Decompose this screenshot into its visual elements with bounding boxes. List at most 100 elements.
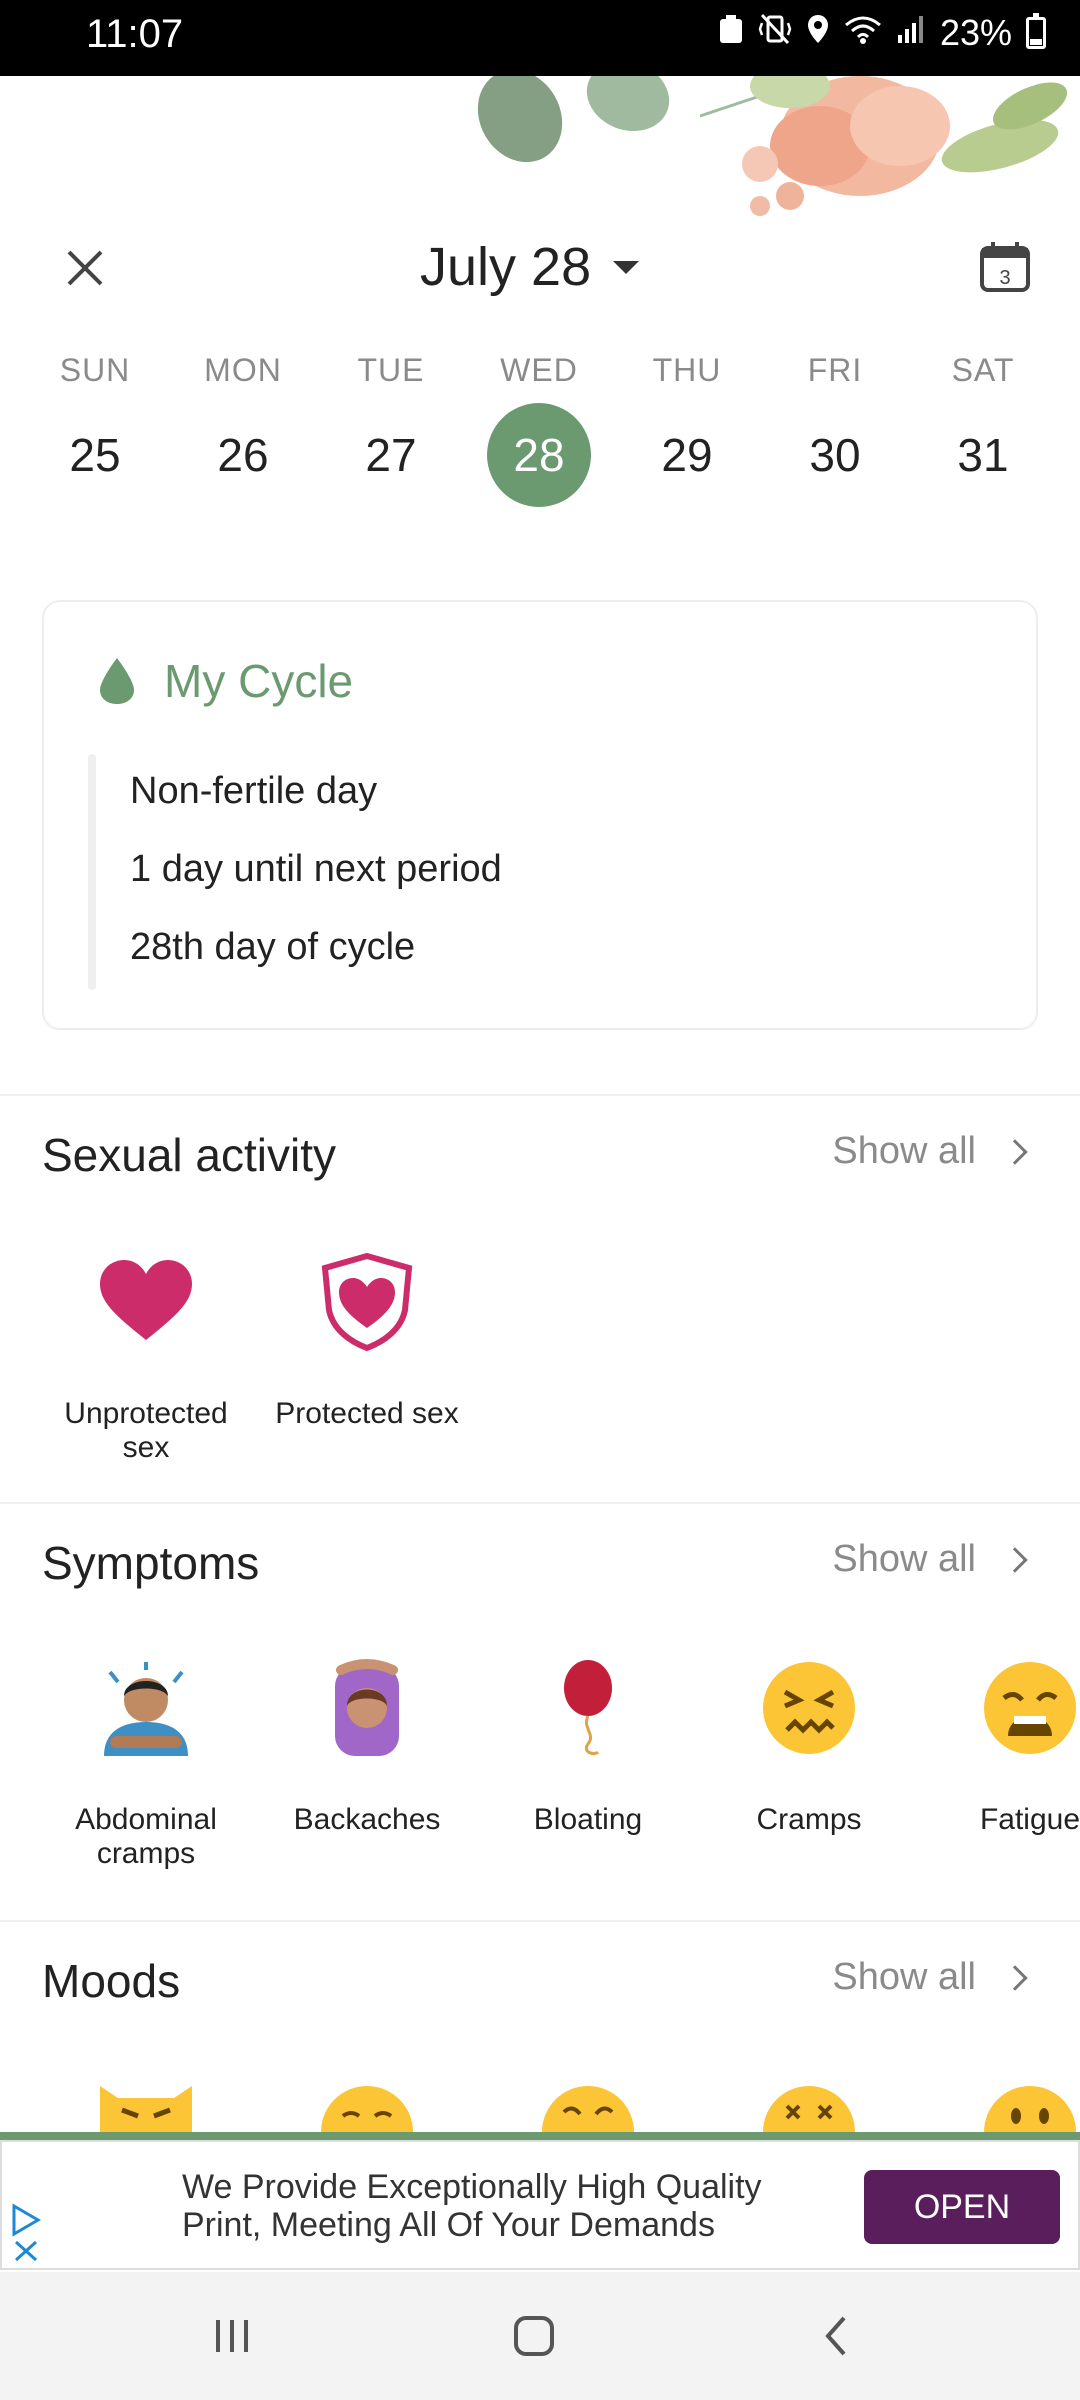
close-icon	[67, 250, 103, 286]
item-label: Abdominal cramps	[75, 1803, 217, 1870]
recent-apps-button[interactable]	[202, 2306, 262, 2366]
back-button[interactable]	[808, 2306, 868, 2366]
weary-face-icon	[984, 1662, 1076, 1754]
day-tue[interactable]: TUE 27	[317, 352, 465, 507]
cycle-accent-bar	[88, 754, 96, 990]
section-title-symptoms: Symptoms	[42, 1537, 260, 1589]
abdominal-cramps-icon	[104, 1662, 188, 1756]
wifi-icon	[844, 12, 882, 54]
day-name: WED	[500, 352, 578, 388]
show-all-symptoms[interactable]: Show all	[832, 1538, 1028, 1581]
day-number: 31	[957, 429, 1009, 481]
chevron-right-icon	[1002, 1138, 1028, 1165]
item-label: Bloating	[533, 1803, 643, 1836]
home-button[interactable]	[504, 2306, 564, 2366]
ad-text: We Provide Exceptionally High Quality Pr…	[182, 2168, 762, 2244]
mood-sad-face-icon[interactable]	[538, 2076, 638, 2132]
day-thu[interactable]: THU 29	[613, 352, 761, 507]
chevron-right-icon	[1002, 1546, 1028, 1573]
day-number: 25	[69, 429, 121, 481]
divider	[0, 1920, 1080, 1922]
mood-dizzy-face-icon[interactable]	[759, 2076, 859, 2132]
ad-choices-icon[interactable]	[10, 2202, 42, 2262]
calendar-icon: 3	[980, 242, 1030, 292]
day-number: 26	[217, 429, 269, 481]
mood-relieved-face-icon[interactable]	[317, 2076, 417, 2132]
day-name: TUE	[357, 352, 425, 388]
divider	[0, 1094, 1080, 1096]
item-label: Unprotected sex	[64, 1397, 228, 1464]
show-all-moods[interactable]: Show all	[832, 1956, 1028, 1999]
balloon-icon	[564, 1660, 612, 1756]
show-all-label: Show all	[832, 1130, 976, 1172]
symptom-backaches[interactable]: Backaches	[267, 1658, 467, 1837]
status-icons: 23%	[718, 12, 1046, 54]
day-sat[interactable]: SAT 31	[909, 352, 1057, 507]
vibrate-icon	[758, 12, 792, 54]
day-mon[interactable]: MON 26	[169, 352, 317, 507]
mood-angry-cat-icon[interactable]	[96, 2076, 196, 2132]
backaches-icon	[335, 1659, 399, 1756]
shield-heart-icon	[321, 1252, 413, 1352]
day-name: FRI	[807, 352, 863, 388]
symptom-cramps[interactable]: Cramps	[709, 1658, 909, 1837]
month-label: July 28	[420, 237, 592, 297]
symptom-abdominal-cramps[interactable]: Abdominal cramps	[46, 1658, 246, 1871]
calendar-button[interactable]: 3	[978, 240, 1032, 294]
activity-protected-sex[interactable]: Protected sex	[267, 1252, 467, 1431]
section-title-moods: Moods	[42, 1955, 181, 2007]
status-time: 11:07	[86, 12, 184, 56]
item-label: Fatigue	[979, 1803, 1080, 1836]
battery-percent: 23%	[939, 12, 1012, 53]
signal-icon	[896, 12, 926, 54]
chevron-right-icon	[1002, 1964, 1028, 1991]
calendar-day-number: 3	[999, 267, 1010, 289]
day-fri[interactable]: FRI 30	[761, 352, 909, 507]
day-number: 29	[661, 429, 713, 481]
item-label: Backaches	[293, 1803, 441, 1836]
show-all-label: Show all	[832, 1538, 976, 1580]
ad-top-border	[0, 2132, 1080, 2140]
drop-icon	[100, 658, 134, 704]
day-name: SUN	[59, 352, 131, 388]
week-strip: SUN 25 MON 26 TUE 27 WED 28 THU 29 FRI 3…	[0, 352, 1080, 522]
cycle-next-period: 1 day until next period	[130, 848, 502, 890]
month-selector[interactable]: July 28	[420, 232, 640, 302]
symptom-fatigue[interactable]: Fatigue	[930, 1658, 1080, 1837]
ad-banner[interactable]: We Provide Exceptionally High Quality Pr…	[0, 2140, 1080, 2270]
battery-icon	[1026, 13, 1046, 49]
location-icon	[806, 12, 830, 54]
show-all-sexual-activity[interactable]: Show all	[832, 1130, 1028, 1173]
close-button[interactable]	[55, 238, 115, 298]
day-number: 27	[365, 429, 417, 481]
system-nav-bar	[0, 2272, 1080, 2400]
show-all-label: Show all	[832, 1956, 976, 1998]
item-label: Cramps	[756, 1803, 862, 1836]
day-name: MON	[204, 352, 282, 388]
ad-open-button[interactable]: OPEN	[864, 2170, 1060, 2244]
floral-header-decoration	[0, 76, 1080, 236]
cycle-title: My Cycle	[164, 655, 354, 707]
day-wed-selected[interactable]: WED 28	[465, 352, 613, 507]
cycle-header: My Cycle	[98, 654, 353, 708]
item-label: Protected sex	[275, 1397, 459, 1430]
home-icon	[514, 2316, 554, 2356]
notification-icon	[718, 12, 744, 54]
cycle-day: 28th day of cycle	[130, 926, 416, 968]
activity-unprotected-sex[interactable]: Unprotected sex	[46, 1252, 246, 1465]
cycle-info: Non-fertile day 1 day until next period …	[130, 770, 502, 1004]
day-number: 28	[487, 403, 591, 507]
confounded-face-icon	[763, 1662, 855, 1754]
symptom-bloating[interactable]: Bloating	[488, 1658, 688, 1837]
day-sun[interactable]: SUN 25	[21, 352, 169, 507]
mood-neutral-face-icon[interactable]	[980, 2076, 1080, 2132]
day-name: THU	[652, 352, 722, 388]
cycle-fertility-status: Non-fertile day	[130, 770, 378, 812]
day-name: SAT	[951, 352, 1015, 388]
back-icon	[825, 2316, 846, 2356]
my-cycle-card[interactable]: My Cycle Non-fertile day 1 day until nex…	[42, 600, 1038, 1030]
status-bar: 11:07 23%	[0, 0, 1080, 76]
heart-icon	[100, 1260, 192, 1340]
day-number: 30	[809, 429, 861, 481]
divider	[0, 1502, 1080, 1504]
